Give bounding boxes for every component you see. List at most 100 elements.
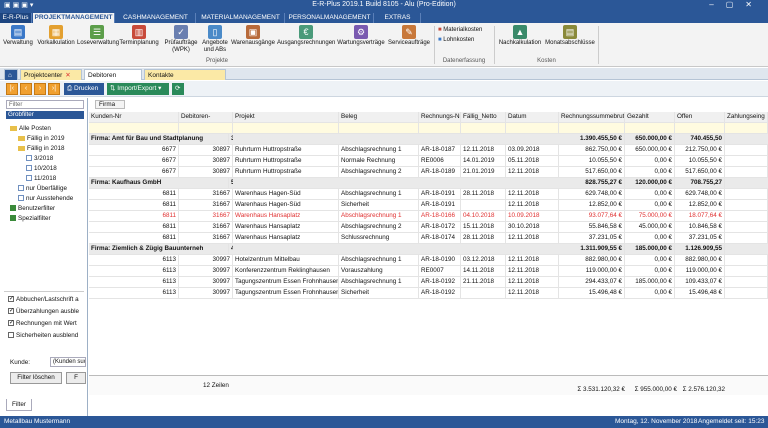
group-row[interactable]: Firma: Amt für Bau und Stadtplanung 3 1.39…: [89, 134, 768, 145]
column-header[interactable]: Gezahlt: [625, 112, 675, 122]
table-row[interactable]: 6677 30897 Ruhrturm Huttropstraße Abschlags…: [89, 145, 768, 156]
table-row[interactable]: 6811 31667 Warenhaus Hagen-Süd Sicherheit AR…: [89, 200, 768, 211]
ribbon-warenausgaenge-button[interactable]: ▣ Warenausgänge: [230, 25, 276, 47]
tree-item-alle-posten[interactable]: Alle Posten: [10, 125, 51, 132]
app-logo[interactable]: E-R-Plus: [0, 13, 32, 23]
column-header[interactable]: Rechnungssummebrutt: [559, 112, 625, 122]
table-row[interactable]: 6677 30897 Ruhrturm Huttropstraße Normale R…: [89, 156, 768, 167]
table-row[interactable]: 6811 31667 Warenhaus Hansaplatz Abschlagsre…: [89, 211, 768, 222]
column-header[interactable]: Zahlungseing: [725, 112, 768, 122]
filter-cell[interactable]: [179, 123, 233, 133]
table-cell: 21.01.2019: [461, 167, 506, 177]
table-row[interactable]: 6677 30897 Ruhrturm Huttropstraße Abschlags…: [89, 167, 768, 178]
tab-debitoren-opos[interactable]: Debitoren Opos✕: [84, 69, 142, 90]
table-row[interactable]: 6811 31667 Warenhaus Hansaplatz Abschlagsre…: [89, 222, 768, 233]
tree-item-faellig-2019[interactable]: Fällig in 2019: [18, 135, 64, 142]
check-abbucher[interactable]: ✓ Abbucher/Lastschrift a: [8, 296, 79, 303]
tab-extras[interactable]: EXTRAS: [375, 13, 421, 23]
table-row[interactable]: 6113 30997 Konferenzzentrum Reklinghausen V…: [89, 266, 768, 277]
print-button[interactable]: ⎙ Drucken: [64, 83, 104, 95]
import-export-button[interactable]: ⇅ Import/Export ▾: [107, 83, 169, 95]
ribbon-lohnkosten-button[interactable]: ■ Lohnkosten: [438, 37, 498, 44]
ribbon-angebote-button[interactable]: ▯ Angebote und ABs: [201, 25, 229, 54]
filter-cell[interactable]: [339, 123, 419, 133]
tree-item-spezialfilter[interactable]: Spezialfilter: [10, 215, 51, 222]
table-cell: 882.980,00 €: [559, 255, 625, 265]
check-rechnungen-wert[interactable]: ✓ Rechnungen mit Wert: [8, 320, 77, 327]
ribbon-ausgangsrechnungen-button[interactable]: € Ausgangsrechnungen: [277, 25, 335, 47]
table-cell: Konferenzzentrum Reklinghausen: [233, 266, 339, 276]
tab-materialmanagement[interactable]: MATERIALMANAGEMENT: [197, 13, 285, 23]
table-row[interactable]: 6113 30997 Tagungszentrum Essen Frohnhause…: [89, 288, 768, 299]
filter-input[interactable]: Filter: [6, 100, 84, 109]
status-user: Metallbau Mustermann: [4, 418, 71, 425]
window-controls[interactable]: –▢✕: [709, 0, 764, 9]
last-record-button[interactable]: ›|: [48, 83, 60, 95]
ribbon-terminplanung-button[interactable]: ▥ Terminplanung: [117, 25, 161, 47]
filter-cell[interactable]: [233, 123, 339, 133]
table-cell: 862.750,00 €: [559, 145, 625, 155]
table-row[interactable]: 6811 31667 Warenhaus Hansaplatz Schlussrech…: [89, 233, 768, 244]
column-header[interactable]: Offen: [675, 112, 725, 122]
group-by-chip[interactable]: Firma: [95, 100, 125, 109]
filter-cell[interactable]: [419, 123, 461, 133]
filter-cell[interactable]: [506, 123, 559, 133]
ribbon-loseverwaltung-button[interactable]: ☰ Loseverwaltung: [77, 25, 119, 47]
column-header[interactable]: Kunden-Nr: [89, 112, 179, 122]
tab-projektmanagement[interactable]: PROJEKTMANAGEMENT: [33, 13, 115, 23]
column-header[interactable]: Fällig_Netto: [461, 112, 506, 122]
filter-cell[interactable]: [461, 123, 506, 133]
table-row[interactable]: 6113 30997 Hotelzentrum Mittelbau Abschlags…: [89, 255, 768, 266]
tab-kontakte-suchen[interactable]: Kontakte suchen/filtern✕: [144, 69, 226, 90]
refresh-icon[interactable]: ⟳: [172, 83, 184, 95]
ribbon-monatsabschluesse-button[interactable]: ▤ Monatsabschlüsse: [544, 25, 596, 47]
table-row[interactable]: 6811 31667 Warenhaus Hagen-Süd Abschlagsrec…: [89, 189, 768, 200]
column-header[interactable]: Debitoren-: [179, 112, 233, 122]
filter-row[interactable]: [89, 123, 768, 134]
home-icon[interactable]: ⌂: [4, 69, 18, 80]
column-header[interactable]: Datum: [506, 112, 559, 122]
check-sicherheiten[interactable]: Sicherheiten ausblend: [8, 332, 78, 339]
filter-cell[interactable]: [625, 123, 675, 133]
close-icon[interactable]: ✕: [65, 72, 70, 79]
filter-cell[interactable]: [559, 123, 625, 133]
kunde-search-field[interactable]: (Kunden suc: [50, 357, 86, 367]
group-row[interactable]: Firma: Ziemlich & Zügig Bauunterneh 4 1.31…: [89, 244, 768, 255]
filter-apply-button[interactable]: F: [66, 372, 86, 384]
checkbox-checked-icon: ✓: [8, 296, 15, 303]
tree-item-faellig-2018[interactable]: Fällig in 2018: [18, 145, 64, 152]
next-record-button[interactable]: ›: [34, 83, 46, 95]
ribbon-nachkalkulation-button[interactable]: ▲ Nachkalkulation: [497, 25, 543, 47]
column-header[interactable]: Rechnungs-Nr: [419, 112, 461, 122]
tab-cashmanagement[interactable]: CASHMANAGEMENT: [116, 13, 196, 23]
tab-projektcenter[interactable]: Projektcenter ✕: [20, 69, 82, 80]
table-cell: 650.000,00 €: [625, 145, 675, 155]
ribbon-materialkosten-button[interactable]: ■ Materialkosten: [438, 27, 498, 34]
filter-cell[interactable]: [89, 123, 179, 133]
tree-item-11-2018[interactable]: 11/2018: [26, 175, 56, 182]
filter-cell[interactable]: [725, 123, 768, 133]
ribbon-vorkalkulation-button[interactable]: ▦ Vorkalkulation: [35, 25, 77, 47]
ribbon-verwaltung-button[interactable]: ▤ Verwaltung: [2, 25, 34, 47]
tree-item-ueberfaellige[interactable]: nur Überfällige: [18, 185, 67, 192]
column-header[interactable]: Beleg: [339, 112, 419, 122]
table-cell: Warenhaus Hansaplatz: [233, 211, 339, 221]
check-ueberzahlungen[interactable]: ✓ Überzahlungen ausble: [8, 308, 79, 315]
filter-cell[interactable]: [675, 123, 725, 133]
prev-record-button[interactable]: ‹: [20, 83, 32, 95]
tree-item-10-2018[interactable]: 10/2018: [26, 165, 57, 172]
group-row[interactable]: Firma: Kaufhaus GmbH 5 828.755,27 €120.000…: [89, 178, 768, 189]
filter-clear-button[interactable]: Filter löschen: [10, 372, 62, 384]
ribbon-pruefauftraege-button[interactable]: ✓ Prüfaufträge (WPK): [162, 25, 200, 54]
ribbon-serviceauftraege-button[interactable]: ✎ Serviceaufträge: [386, 25, 432, 47]
tab-filter[interactable]: Filter: [6, 399, 32, 411]
tree-item-ausstehende[interactable]: nur Ausstehende: [18, 195, 73, 202]
tree-item-benutzerfilter[interactable]: Benutzerfilter: [10, 205, 55, 212]
table-cell: AR-18-0192: [419, 288, 461, 298]
ribbon-wartungsvertraege-button[interactable]: ⚙ Wartungsverträge: [336, 25, 386, 47]
first-record-button[interactable]: |‹: [6, 83, 18, 95]
column-header[interactable]: Projekt: [233, 112, 339, 122]
table-row[interactable]: 6113 30997 Tagungszentrum Essen Frohnhause…: [89, 277, 768, 288]
tree-item-3-2018[interactable]: 3/2018: [26, 155, 53, 162]
tab-personalmanagement[interactable]: PERSONALMANAGEMENT: [286, 13, 374, 23]
